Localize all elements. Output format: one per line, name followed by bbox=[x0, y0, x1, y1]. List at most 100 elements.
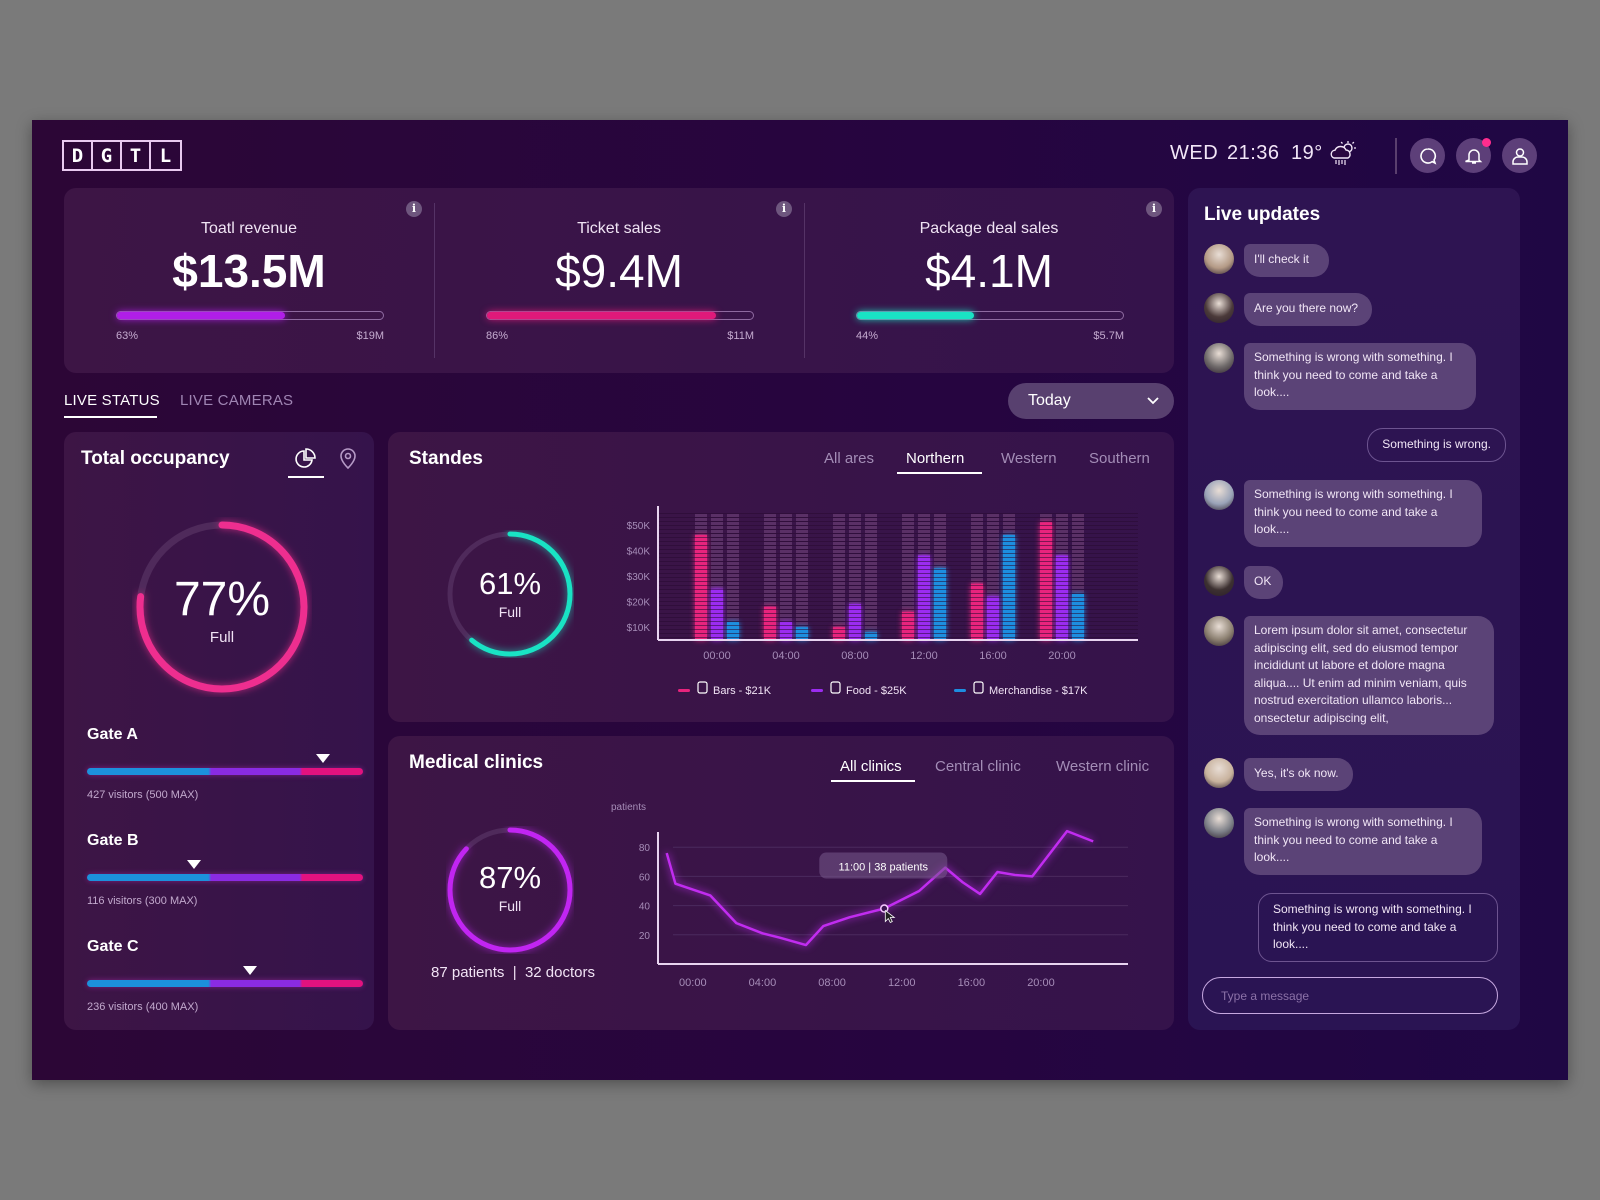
message-bubble: OK bbox=[1244, 566, 1284, 599]
highlight-point bbox=[880, 904, 889, 913]
standes-percent: 61% bbox=[478, 566, 542, 601]
avatar[interactable] bbox=[1204, 808, 1234, 838]
logo-letter: G bbox=[93, 142, 122, 169]
legend-label: Food - $25K bbox=[846, 685, 907, 697]
gate-b-visitors: 116 visitors (300 MAX) bbox=[87, 895, 198, 907]
message: Something is wrong with something. I thi… bbox=[1204, 343, 1476, 410]
live-updates-panel: Live updates I'll check it Are you there… bbox=[1188, 188, 1520, 1030]
avatar[interactable] bbox=[1204, 343, 1234, 373]
avatar[interactable] bbox=[1204, 293, 1234, 323]
message-input[interactable] bbox=[1202, 977, 1498, 1014]
kpi-progress-fill bbox=[117, 312, 285, 319]
gate-b-label: Gate B bbox=[87, 832, 139, 849]
kpi-progress-bar bbox=[486, 311, 754, 320]
x-tick-label: 20:00 bbox=[1048, 650, 1076, 662]
message-bubble: Something is wrong with something. I thi… bbox=[1244, 480, 1482, 547]
user-icon bbox=[1511, 147, 1528, 165]
filter-northern[interactable]: Northern bbox=[906, 450, 964, 467]
kpi-max: $5.7M bbox=[1093, 330, 1124, 342]
period-dropdown[interactable]: Today bbox=[1008, 383, 1174, 419]
x-tick-label: 08:00 bbox=[841, 650, 869, 662]
gate-a-marker bbox=[315, 754, 330, 763]
kpi-value: $9.4M bbox=[555, 245, 683, 297]
dashboard-window: D G T L WED 21:36 19° Toatl revenue $13.… bbox=[32, 120, 1568, 1080]
avatar[interactable] bbox=[1204, 566, 1234, 596]
gate-a-bar bbox=[87, 768, 363, 775]
day-label: WED bbox=[1170, 142, 1219, 164]
kpi-percent: 86% bbox=[486, 330, 509, 342]
filter-all-areas[interactable]: All ares bbox=[824, 450, 874, 467]
tab-live-status[interactable]: LIVE STATUS bbox=[64, 392, 160, 409]
gate-c-bar bbox=[87, 980, 363, 987]
gate-c-label: Gate C bbox=[87, 938, 139, 955]
live-updates-title: Live updates bbox=[1204, 204, 1321, 225]
legend-swatch bbox=[954, 689, 966, 692]
legend-label: Bars - $21K bbox=[713, 685, 772, 697]
message: Yes, it's ok now. bbox=[1204, 758, 1353, 791]
kpi-value: $13.5M bbox=[172, 245, 326, 297]
dgtl-logo[interactable]: D G T L bbox=[62, 140, 182, 171]
notifications-button[interactable] bbox=[1456, 138, 1491, 173]
cloud-sun-rain-icon bbox=[1330, 141, 1356, 165]
x-tick-label: 12:00 bbox=[888, 977, 916, 989]
medical-summary: 87 patients | 32 doctors bbox=[431, 964, 595, 981]
standes-card: Standes All ares Northern Western Southe… bbox=[388, 432, 1174, 722]
medical-clinics-card: Medical clinics All clinics Central clin… bbox=[388, 736, 1174, 1030]
message-bubble: I'll check it bbox=[1244, 244, 1329, 277]
y-tick-label: $30K bbox=[627, 572, 651, 583]
kpi-max: $11M bbox=[727, 330, 754, 342]
card-title: Medical clinics bbox=[409, 752, 544, 773]
filter-western-clinic[interactable]: Western clinic bbox=[1056, 758, 1149, 775]
message-bubble: Are you there now? bbox=[1244, 293, 1373, 326]
gate-b-marker bbox=[186, 860, 201, 869]
card-title: Standes bbox=[409, 448, 483, 469]
map-pin-icon[interactable] bbox=[338, 448, 358, 470]
message: Something is wrong with something. I thi… bbox=[1204, 808, 1482, 875]
filter-central-clinic[interactable]: Central clinic bbox=[935, 758, 1021, 775]
card-title: Total occupancy bbox=[81, 448, 230, 469]
y-tick-label: $20K bbox=[627, 598, 651, 609]
avatar[interactable] bbox=[1204, 616, 1234, 646]
mouse-cursor-icon bbox=[884, 909, 896, 924]
info-icon[interactable]: i bbox=[1146, 201, 1162, 217]
tshirt-icon bbox=[973, 681, 984, 694]
avatar[interactable] bbox=[1204, 244, 1234, 274]
kpi-progress-bar bbox=[856, 311, 1124, 320]
y-axis-label: patients bbox=[611, 802, 646, 813]
y-tick-label: 20 bbox=[639, 931, 651, 942]
avatar[interactable] bbox=[1204, 758, 1234, 788]
pie-chart-icon[interactable] bbox=[294, 448, 316, 470]
kpi-percent: 63% bbox=[116, 330, 139, 342]
message-bubble-outgoing: Something is wrong. bbox=[1367, 428, 1506, 462]
filter-underline bbox=[897, 472, 982, 474]
avatar[interactable] bbox=[1204, 480, 1234, 510]
message: Lorem ipsum dolor sit amet, consectetur … bbox=[1204, 616, 1494, 735]
gate-b-bar bbox=[87, 874, 363, 881]
x-tick-label: 20:00 bbox=[1027, 977, 1055, 989]
filter-underline bbox=[831, 780, 915, 782]
occupancy-sub: Full bbox=[209, 629, 235, 646]
x-tick-label: 00:00 bbox=[679, 977, 707, 989]
info-icon[interactable]: i bbox=[776, 201, 792, 217]
chat-button[interactable] bbox=[1410, 138, 1445, 173]
active-tab-underline bbox=[64, 416, 157, 418]
notification-dot bbox=[1482, 138, 1491, 147]
medical-sub: Full bbox=[498, 898, 522, 914]
kpi-panel: Toatl revenue $13.5M 63% $19M i Ticket s… bbox=[64, 188, 1174, 373]
bell-icon bbox=[1464, 148, 1482, 164]
fork-knife-icon bbox=[830, 681, 841, 694]
tooltip-label: 11:00 | 38 patients bbox=[839, 862, 929, 874]
filter-southern[interactable]: Southern bbox=[1089, 450, 1150, 467]
beer-mug-icon bbox=[697, 681, 708, 694]
standes-sub: Full bbox=[498, 604, 522, 620]
message-bubble: Lorem ipsum dolor sit amet, consectetur … bbox=[1244, 616, 1494, 735]
tab-live-cameras[interactable]: LIVE CAMERAS bbox=[180, 392, 293, 409]
y-tick-label: 80 bbox=[639, 843, 651, 854]
logo-letter: T bbox=[122, 142, 151, 169]
filter-all-clinics[interactable]: All clinics bbox=[840, 758, 902, 775]
filter-western[interactable]: Western bbox=[1001, 450, 1057, 467]
kpi-title: Package deal sales bbox=[919, 220, 1059, 237]
info-icon[interactable]: i bbox=[406, 201, 422, 217]
profile-button[interactable] bbox=[1502, 138, 1537, 173]
y-tick-label: $10K bbox=[627, 623, 651, 634]
